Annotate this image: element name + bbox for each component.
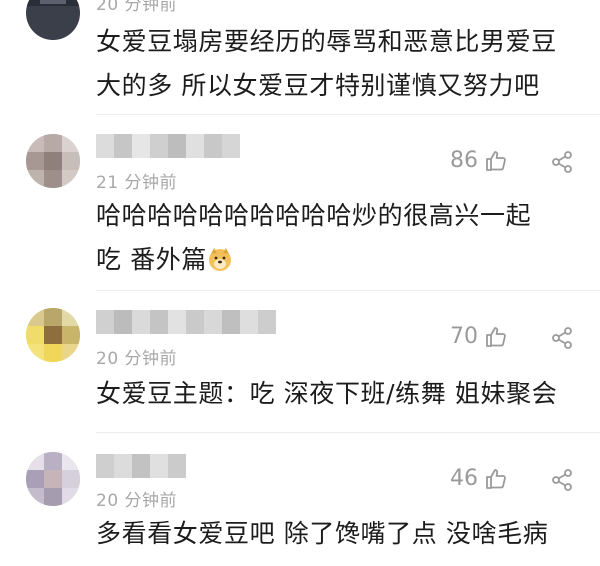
username-redacted[interactable] — [96, 310, 276, 334]
thumbs-up-icon — [486, 326, 506, 347]
comment-text-line: 吃 番外篇 — [96, 238, 580, 282]
avatar[interactable] — [26, 134, 80, 188]
like-count: 70 — [450, 324, 478, 349]
comment-text: 多看看女爱豆吧 除了馋嘴了点 没啥毛病 — [96, 512, 580, 556]
divider — [96, 114, 600, 115]
avatar[interactable] — [26, 452, 80, 506]
like-button[interactable]: 46 — [450, 466, 508, 491]
comment-text: 女爱豆塌房要经历的辱骂和恶意比男爱豆 大的多 所以女爱豆才特别谨慎又努力吧 — [96, 20, 580, 108]
divider — [96, 432, 600, 433]
comment-time: 20 分钟前 — [96, 491, 178, 511]
comment-text: 哈哈哈哈哈哈哈哈哈哈炒的很高兴一起 吃 番外篇 — [96, 194, 580, 282]
comment-time: 20 分钟前 — [96, 349, 178, 369]
share-icon[interactable] — [550, 150, 574, 174]
username-redacted[interactable] — [96, 454, 186, 478]
comment-text: 女爱豆主题：吃 深夜下班/练舞 姐妹聚会 — [96, 372, 580, 416]
like-button[interactable]: 86 — [450, 148, 508, 173]
username-redacted[interactable] — [96, 134, 240, 158]
like-count: 86 — [450, 148, 478, 173]
comment-text-line: 女爱豆主题：吃 深夜下班/练舞 姐妹聚会 — [96, 379, 558, 408]
avatar[interactable] — [26, 308, 80, 362]
like-button[interactable]: 70 — [450, 324, 508, 349]
comment-text-line: 哈哈哈哈哈哈哈哈哈哈炒的很高兴一起 — [96, 201, 532, 230]
comment-text-line: 大的多 所以女爱豆才特别谨慎又努力吧 — [96, 71, 540, 100]
thumbs-up-icon — [486, 468, 506, 489]
doge-emoji-icon — [208, 248, 231, 271]
like-count: 46 — [450, 466, 478, 491]
share-icon[interactable] — [550, 326, 574, 350]
comment-time: 20 分钟前 — [96, 0, 178, 15]
share-icon[interactable] — [550, 468, 574, 492]
comment-text-line: 多看看女爱豆吧 除了馋嘴了点 没啥毛病 — [96, 519, 549, 548]
comment-time: 21 分钟前 — [96, 173, 178, 193]
divider — [96, 290, 600, 291]
thumbs-up-icon — [486, 150, 506, 171]
comment-text-line: 女爱豆塌房要经历的辱骂和恶意比男爱豆 — [96, 27, 557, 56]
avatar[interactable] — [26, 0, 80, 40]
